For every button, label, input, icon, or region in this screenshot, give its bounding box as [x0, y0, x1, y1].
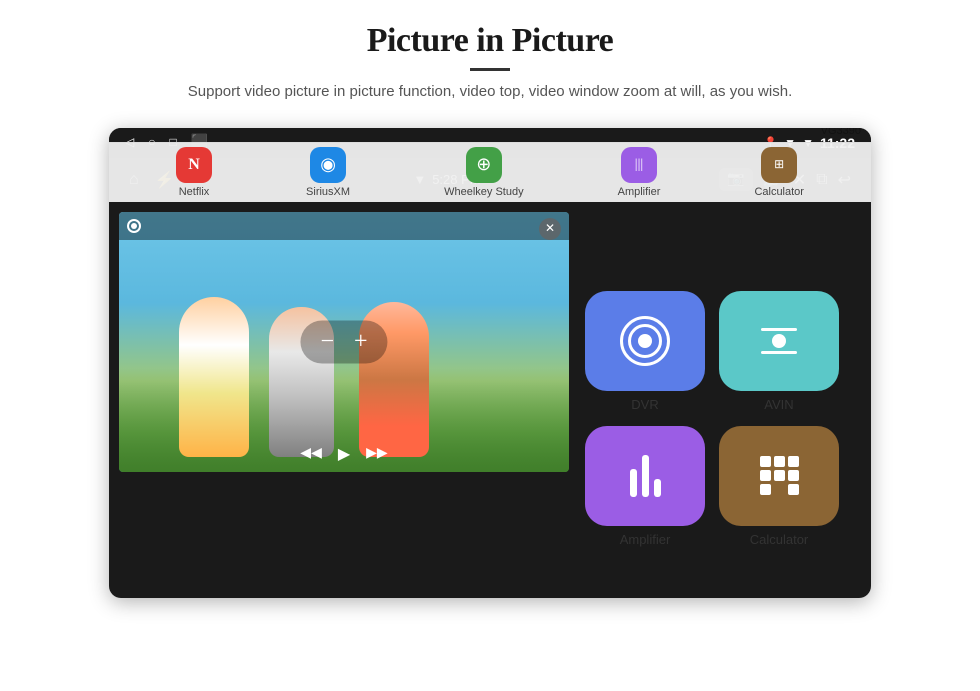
pip-close-icon: ✕	[545, 221, 555, 236]
dvr-dot	[638, 334, 652, 348]
calculator-bottom-label: Calculator	[754, 186, 804, 198]
page-container: Picture in Picture Support video picture…	[0, 0, 980, 691]
avin-icon-box	[719, 291, 839, 391]
pip-plus-btn[interactable]: +	[354, 328, 368, 355]
pip-container[interactable]: − + ◀◀ ▶ ▶▶ ✕	[119, 212, 569, 472]
device-frame: ◁ ○ □ ⬛ 📍 ▼ ▼ 11:22 ⌂ ⚡ ▼ 5:28 PM	[109, 128, 871, 598]
amplifier-bottom-icon: |||	[621, 147, 657, 183]
pip-close-btn[interactable]: ✕	[539, 218, 561, 240]
app-calculator[interactable]: Calculator	[719, 426, 839, 547]
page-title: Picture in Picture	[188, 22, 792, 60]
pip-top-bar	[119, 212, 569, 240]
app-amplifier-bottom[interactable]: ||| Amplifier	[618, 147, 661, 198]
dvr-inner-icon	[620, 316, 670, 366]
pip-video: − + ◀◀ ▶ ▶▶ ✕	[119, 212, 569, 472]
pip-next-btn[interactable]: ▶▶	[366, 445, 388, 462]
calculator-bottom-icon: ⊞	[761, 147, 797, 183]
siriusxm-icon: ◉	[310, 147, 346, 183]
app-netflix[interactable]: N Netflix	[176, 147, 212, 198]
calc-key-1	[760, 456, 771, 467]
amp-bar1	[630, 469, 637, 497]
netflix-label: Netflix	[179, 186, 210, 198]
calc-key-6	[788, 470, 799, 481]
pip-record-dot	[127, 219, 141, 233]
watermark: VG3390	[821, 128, 861, 137]
amp-bar3	[654, 479, 661, 497]
amplifier-label: Amplifier	[620, 532, 671, 547]
avin-line1	[761, 328, 797, 331]
amplifier-bottom-label: Amplifier	[618, 186, 661, 198]
pip-record-inner	[131, 223, 137, 229]
calculator-label: Calculator	[750, 532, 809, 547]
siriusxm-label: SiriusXM	[306, 186, 350, 198]
netflix-icon: N	[176, 147, 212, 183]
calc-key-8	[774, 484, 785, 495]
app-dvr[interactable]: DVR	[585, 291, 705, 412]
app-calculator-bottom[interactable]: ⊞ Calculator	[754, 147, 804, 198]
calc-key-3	[788, 456, 799, 467]
pip-media-controls: ◀◀ ▶ ▶▶	[300, 444, 387, 464]
avin-inner-icon	[761, 328, 797, 354]
pip-minus-btn[interactable]: −	[320, 328, 334, 355]
calc-key-7	[760, 484, 771, 495]
app-avin[interactable]: AVIN	[719, 291, 839, 412]
calc-key-2	[774, 456, 785, 467]
calculator-icon-box	[719, 426, 839, 526]
avin-label: AVIN	[764, 397, 793, 412]
wheelkey-label: Wheelkey Study	[444, 186, 523, 198]
pip-controls-center: − +	[300, 320, 387, 363]
app-wheelkey[interactable]: ⊕ Wheelkey Study	[444, 147, 523, 198]
bottom-app-bar: N Netflix ◉ SiriusXM ⊕ Wheelkey Study ||…	[109, 142, 871, 202]
page-subtitle: Support video picture in picture functio…	[188, 81, 792, 104]
avin-line2	[761, 351, 797, 354]
title-divider	[470, 68, 510, 71]
person-1	[179, 297, 249, 457]
calc-key-5	[774, 470, 785, 481]
amplifier-inner-icon	[630, 455, 661, 497]
dvr-label: DVR	[631, 397, 658, 412]
pip-prev-btn[interactable]: ◀◀	[300, 445, 322, 462]
wheelkey-icon: ⊕	[466, 147, 502, 183]
avin-circle	[772, 334, 786, 348]
dvr-icon-box	[585, 291, 705, 391]
amplifier-icon-box	[585, 426, 705, 526]
pip-play-btn[interactable]: ▶	[338, 444, 350, 464]
calc-key-4	[760, 470, 771, 481]
calc-key-9	[788, 484, 799, 495]
title-section: Picture in Picture Support video picture…	[188, 0, 792, 112]
amp-bar2	[642, 455, 649, 497]
app-siriusxm[interactable]: ◉ SiriusXM	[306, 147, 350, 198]
app-amplifier[interactable]: Amplifier	[585, 426, 705, 547]
calculator-inner-icon	[760, 456, 799, 495]
